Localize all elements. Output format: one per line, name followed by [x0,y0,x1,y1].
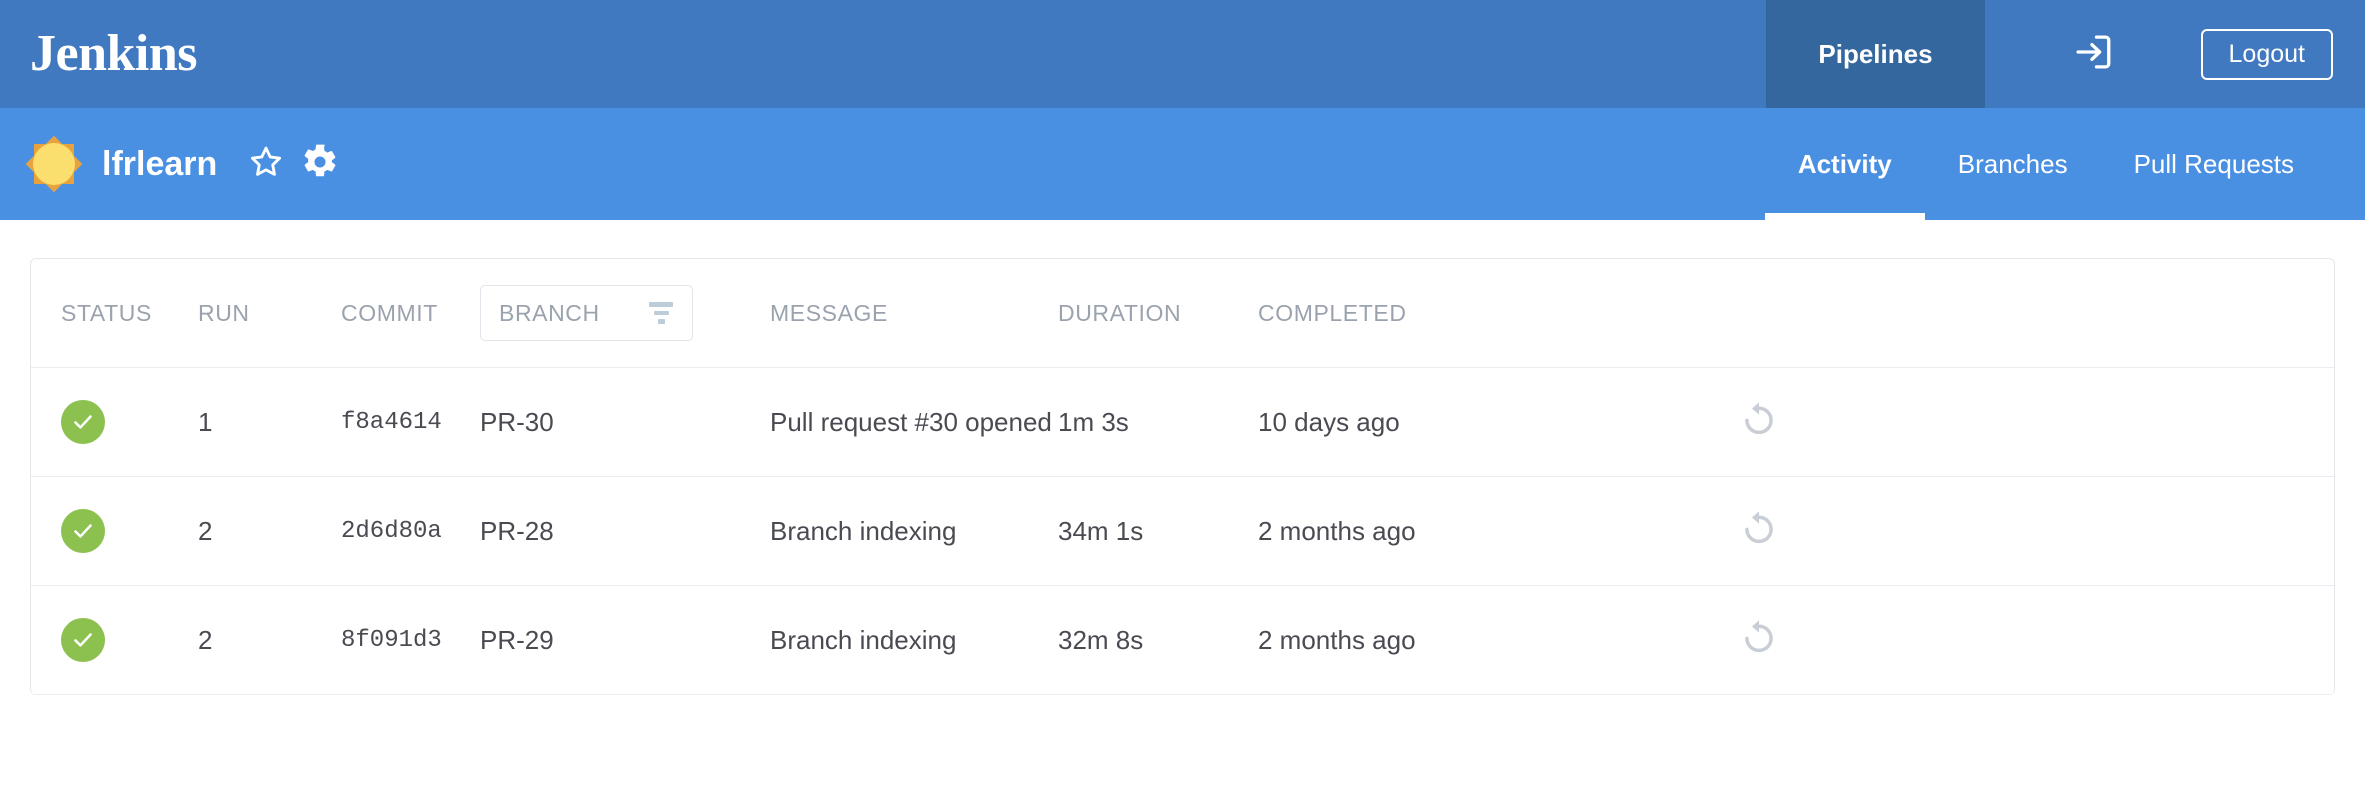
tab-branches-label: Branches [1957,148,2068,179]
star-outline-icon [247,143,285,186]
cell-branch: PR-29 [480,624,554,655]
table-row[interactable]: 2 2d6d80a PR-28 Branch indexing 34m 1s 2… [31,477,2334,586]
logout-button[interactable]: Logout [2200,28,2333,80]
column-header-message: MESSAGE [770,299,888,326]
cell-duration: 34m 1s [1058,515,1144,546]
cell-branch: PR-28 [480,515,554,546]
cell-message: Branch indexing [770,515,957,546]
tab-activity-label: Activity [1797,148,1892,179]
cell-actions [1538,506,2334,556]
column-header-branch: BRANCH [480,285,770,341]
weather-sunny-icon [25,135,83,193]
replay-icon [1738,399,1780,446]
project-tabs: Activity Branches Pull Requests [1764,108,2365,220]
nav-item-pipelines-label: Pipelines [1818,38,1933,69]
cell-message: Branch indexing [770,624,957,655]
check-circle-icon [61,509,105,553]
cell-run: 2 [198,624,213,655]
table-row[interactable]: 2 8f091d3 PR-29 Branch indexing 32m 8s 2… [31,586,2334,695]
cell-actions [1538,397,2334,447]
branch-filter-label: BRANCH [499,299,600,326]
activity-table: STATUS RUN COMMIT BRANCH MESSAGE DURATIO… [30,258,2335,695]
project-header-bar: lfrlearn Activity Branches Pull Requests [0,108,2365,220]
check-circle-icon [61,400,105,444]
column-header-duration: DURATION [1058,299,1182,326]
tab-pull-requests-label: Pull Requests [2133,148,2294,179]
cell-duration: 1m 3s [1058,406,1129,437]
main-content: STATUS RUN COMMIT BRANCH MESSAGE DURATIO… [0,220,2365,695]
replay-icon [1738,617,1780,664]
cell-message: Pull request #30 opened [770,406,1052,437]
cell-status [31,509,198,553]
filter-funnel-icon [648,302,674,325]
nav-item-pipelines[interactable]: Pipelines [1766,0,1985,108]
cell-duration: 32m 8s [1058,624,1144,655]
project-name: lfrlearn [102,144,218,183]
tab-branches[interactable]: Branches [1925,108,2101,220]
cell-commit: 8f091d3 [341,626,442,654]
favorite-button[interactable] [243,141,289,187]
settings-button[interactable] [297,141,343,187]
column-header-commit: COMMIT [341,299,438,326]
cell-commit: f8a4614 [341,408,442,436]
column-header-completed: COMPLETED [1258,299,1407,326]
column-header-status: STATUS [61,299,152,326]
cell-status [31,400,198,444]
table-row[interactable]: 1 f8a4614 PR-30 Pull request #30 opened … [31,368,2334,477]
cell-run: 2 [198,515,213,546]
tab-activity[interactable]: Activity [1764,108,1925,220]
cell-completed: 2 months ago [1258,624,1416,655]
exit-to-app-icon [2072,31,2114,78]
cell-actions [1538,615,2334,665]
project-identity-group: lfrlearn [25,135,351,193]
cell-run: 1 [198,406,213,437]
logout-button-container: Logout [2200,0,2365,108]
replay-icon [1738,508,1780,555]
cell-completed: 2 months ago [1258,515,1416,546]
check-circle-icon [61,618,105,662]
tab-pull-requests[interactable]: Pull Requests [2101,108,2327,220]
branch-filter-dropdown[interactable]: BRANCH [480,285,693,341]
cell-branch: PR-30 [480,406,554,437]
exit-to-app-button[interactable] [1985,0,2201,108]
top-nav-right-group: Pipelines Logout [1766,0,2365,108]
replay-button[interactable] [1734,506,1784,556]
replay-button[interactable] [1734,615,1784,665]
table-header-row: STATUS RUN COMMIT BRANCH MESSAGE DURATIO… [31,259,2334,368]
cell-commit: 2d6d80a [341,517,442,545]
cell-completed: 10 days ago [1258,406,1400,437]
top-navigation-bar: Jenkins Pipelines Logout [0,0,2365,108]
cell-status [31,618,198,662]
replay-button[interactable] [1734,397,1784,447]
gear-icon [301,143,339,186]
jenkins-logo[interactable]: Jenkins [30,28,198,80]
column-header-run: RUN [198,299,250,326]
